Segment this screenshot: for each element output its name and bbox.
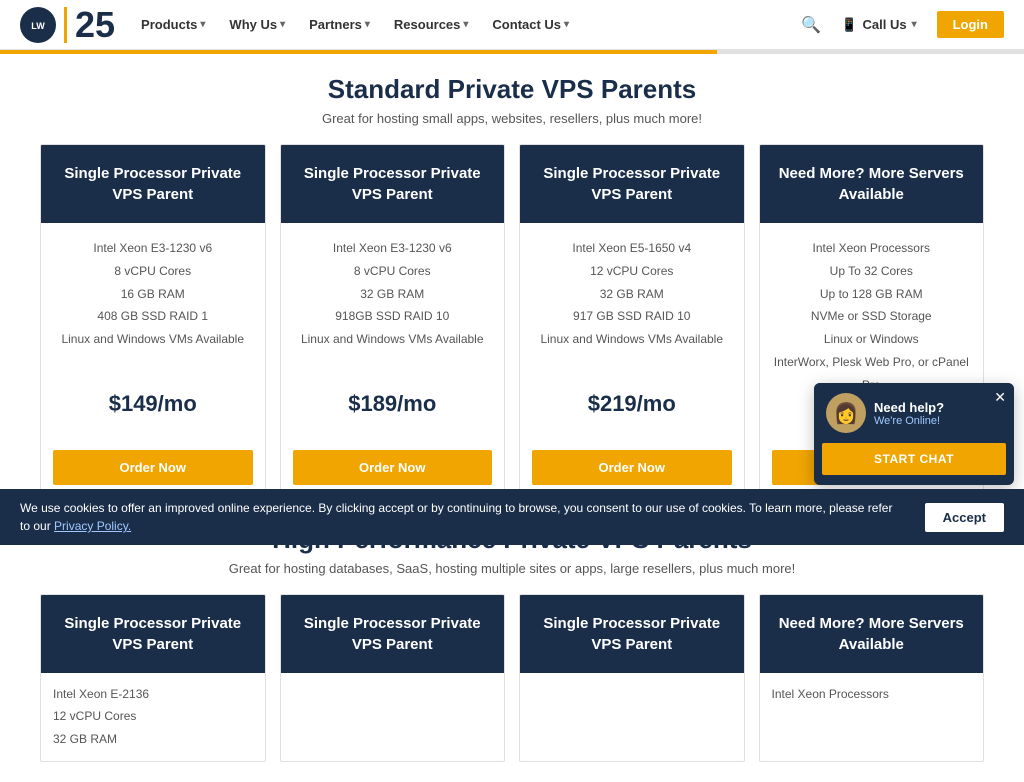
nav-resources[interactable]: Resources ▾: [384, 11, 479, 38]
cookie-bar: We use cookies to offer an improved onli…: [0, 489, 1024, 545]
navbar-left: LW 25 Products ▾ Why Us ▾ Partners ▾ Res…: [20, 7, 579, 43]
standard-section-title: Standard Private VPS Parents: [40, 74, 984, 105]
highperf-card-1: Single Processor Private VPS Parent Inte…: [40, 594, 266, 762]
svg-text:LW: LW: [31, 21, 45, 31]
highperf-card-2: Single Processor Private VPS Parent: [280, 594, 506, 762]
chat-text: Need help? We're Online!: [874, 400, 944, 427]
highperf-card-header-3: Single Processor Private VPS Parent: [520, 595, 744, 673]
highperf-card-4: Need More? More Servers Available Intel …: [759, 594, 985, 762]
chevron-down-icon: ▾: [365, 19, 370, 30]
login-button[interactable]: Login: [937, 11, 1004, 38]
chevron-down-icon: ▾: [564, 19, 569, 30]
standard-card-3: Single Processor Private VPS Parent Inte…: [519, 144, 745, 496]
card-header-1: Single Processor Private VPS Parent: [41, 145, 265, 223]
phone-icon: 📱: [841, 17, 857, 33]
nav-products[interactable]: Products ▾: [131, 11, 215, 38]
nav-partners[interactable]: Partners ▾: [299, 11, 380, 38]
chat-close-button[interactable]: ✕: [994, 389, 1006, 406]
chat-widget: ✕ 👩 Need help? We're Online! START CHAT: [814, 383, 1014, 485]
highperf-section-subtitle: Great for hosting databases, SaaS, hosti…: [40, 561, 984, 576]
highperf-card-header-2: Single Processor Private VPS Parent: [281, 595, 505, 673]
highperf-card-header-1: Single Processor Private VPS Parent: [41, 595, 265, 673]
standard-card-1: Single Processor Private VPS Parent Inte…: [40, 144, 266, 496]
logo-area: LW 25: [20, 7, 115, 43]
order-button-3[interactable]: Order Now: [532, 450, 732, 485]
card-specs-2: Intel Xeon E3-1230 v6 8 vCPU Cores 32 GB…: [293, 237, 493, 351]
chat-avatar: 👩: [826, 393, 866, 433]
start-chat-button[interactable]: START CHAT: [822, 443, 1006, 475]
standard-section-subtitle: Great for hosting small apps, websites, …: [40, 111, 984, 126]
card-price-1: $149/mo: [53, 391, 253, 417]
navbar-right: 🔍 📱 Call Us ▾ Login: [801, 11, 1004, 38]
nav-whyus[interactable]: Why Us ▾: [219, 11, 295, 38]
card-body-1: Intel Xeon E3-1230 v6 8 vCPU Cores 16 GB…: [41, 223, 265, 495]
chat-header: 👩 Need help? We're Online!: [814, 383, 1014, 443]
highperf-card-body-1: Intel Xeon E-2136 12 vCPU Cores 32 GB RA…: [41, 673, 265, 761]
navbar: LW 25 Products ▾ Why Us ▾ Partners ▾ Res…: [0, 0, 1024, 50]
highperf-cards-grid: Single Processor Private VPS Parent Inte…: [40, 594, 984, 762]
nav-contact[interactable]: Contact Us ▾: [482, 11, 579, 38]
cookie-text: We use cookies to offer an improved onli…: [20, 499, 905, 535]
highperf-section: High Performance Private VPS Parents Gre…: [40, 524, 984, 762]
chevron-down-icon: ▾: [912, 19, 917, 30]
card-price-2: $189/mo: [293, 391, 493, 417]
privacy-policy-link[interactable]: Privacy Policy.: [54, 519, 131, 533]
card-body-2: Intel Xeon E3-1230 v6 8 vCPU Cores 32 GB…: [281, 223, 505, 495]
search-button[interactable]: 🔍: [801, 15, 821, 35]
highperf-card-body-4: Intel Xeon Processors: [760, 673, 984, 716]
logo-25: 25: [64, 7, 115, 43]
logo-icon: LW: [20, 7, 56, 43]
card-specs-1: Intel Xeon E3-1230 v6 8 vCPU Cores 16 GB…: [53, 237, 253, 351]
card-header-4: Need More? More Servers Available: [760, 145, 984, 223]
card-specs-3: Intel Xeon E5-1650 v4 12 vCPU Cores 32 G…: [532, 237, 732, 351]
card-header-3: Single Processor Private VPS Parent: [520, 145, 744, 223]
chevron-down-icon: ▾: [200, 19, 205, 30]
nav-links: Products ▾ Why Us ▾ Partners ▾ Resources…: [131, 11, 579, 38]
card-header-2: Single Processor Private VPS Parent: [281, 145, 505, 223]
highperf-card-header-4: Need More? More Servers Available: [760, 595, 984, 673]
card-specs-4: Intel Xeon Processors Up To 32 Cores Up …: [772, 237, 972, 397]
accept-cookies-button[interactable]: Accept: [925, 503, 1004, 532]
chevron-down-icon: ▾: [463, 19, 468, 30]
card-body-3: Intel Xeon E5-1650 v4 12 vCPU Cores 32 G…: [520, 223, 744, 495]
order-button-1[interactable]: Order Now: [53, 450, 253, 485]
order-button-2[interactable]: Order Now: [293, 450, 493, 485]
standard-card-2: Single Processor Private VPS Parent Inte…: [280, 144, 506, 496]
chevron-down-icon: ▾: [280, 19, 285, 30]
highperf-card-3: Single Processor Private VPS Parent: [519, 594, 745, 762]
call-us-button[interactable]: 📱 Call Us ▾: [833, 13, 924, 37]
card-price-3: $219/mo: [532, 391, 732, 417]
